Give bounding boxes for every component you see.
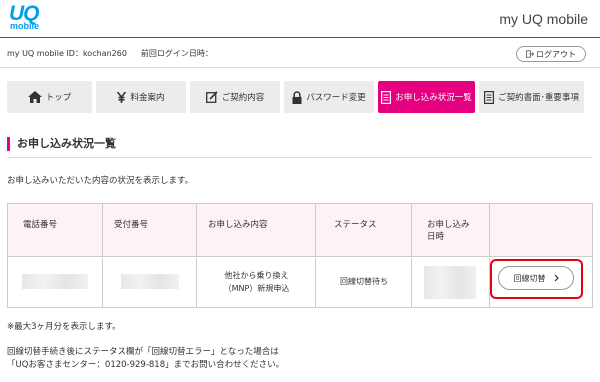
note-max-period: ※最大3ヶ月分を表示します。	[7, 322, 121, 332]
status-value: 回線切替待ち	[340, 277, 388, 286]
header-application-content: お申し込み内容	[208, 220, 268, 230]
page-title: お申し込み状況一覧	[7, 137, 116, 151]
chevron-right-icon	[554, 274, 559, 282]
content-line1: 他社から乗り換え	[224, 271, 289, 280]
uq-mobile-logo[interactable]: UQ mobile	[9, 2, 49, 34]
tab-label: 料金案内	[130, 93, 165, 103]
tab-label: パスワード変更	[306, 93, 366, 103]
tab-label: ご契約内容	[221, 93, 265, 103]
table-header: 電話番号 受付番号 お申し込み内容 ステータス お申し込み 日時	[8, 204, 592, 257]
site-header: UQ mobile my UQ mobile	[0, 0, 600, 38]
tab-contract[interactable]: ご契約内容	[190, 81, 280, 113]
user-id: my UQ mobile ID：kochan260	[7, 49, 127, 58]
logout-icon	[526, 50, 534, 58]
note-error-line1: 回線切替手続き後にステータス欄が「回線切替エラー」となった場合は	[7, 347, 279, 357]
section-divider	[7, 157, 593, 158]
header-status: ステータス	[334, 220, 377, 230]
tab-label: トップ	[45, 93, 72, 103]
tab-top[interactable]: トップ	[7, 81, 92, 113]
tab-pricing[interactable]: 料金案内	[96, 81, 186, 113]
home-icon	[27, 91, 42, 103]
tab-label: ご契約書面･重要事項	[498, 93, 579, 103]
line-switch-button[interactable]: 回線切替	[498, 266, 574, 290]
edit-icon	[205, 91, 218, 103]
page-description: お申し込みいただいた内容の状況を表示します。	[7, 176, 194, 186]
content-line2: （MNP）新規申込	[223, 284, 290, 293]
tab-password[interactable]: パスワード変更	[284, 81, 374, 113]
tab-applications[interactable]: お申し込み状況一覧	[378, 81, 475, 113]
header-application-date-line2: 日時	[427, 232, 445, 242]
logout-label: ログアウト	[536, 49, 576, 59]
logo-subtext: mobile	[10, 21, 40, 31]
header-phone-number: 電話番号	[23, 220, 58, 230]
tab-label: お申し込み状況一覧	[395, 93, 472, 103]
document-icon	[484, 90, 495, 104]
header-application-date-line1: お申し込み	[427, 220, 470, 230]
redacted-phone-number	[22, 274, 88, 289]
last-login: 前回ログイン日時：	[140, 49, 213, 58]
document-icon	[381, 90, 392, 104]
note-error-line2: 「UQお客さまセンター：0120-929-818」までお問い合わせください。	[7, 360, 285, 370]
logout-button[interactable]: ログアウト	[516, 46, 586, 62]
lock-icon	[292, 90, 302, 104]
tab-documents[interactable]: ご契約書面･重要事項	[479, 81, 584, 113]
header-receipt-number: 受付番号	[114, 220, 149, 230]
redacted-receipt-number	[121, 274, 179, 289]
site-title: my UQ mobile	[499, 11, 588, 27]
line-switch-label: 回線切替	[513, 273, 546, 283]
account-bar: my UQ mobile ID：kochan260 前回ログイン日時： ログアウト	[0, 39, 600, 68]
redacted-application-date	[424, 266, 476, 299]
yen-icon	[117, 91, 127, 103]
main-nav: トップ 料金案内 ご契約内容 パスワード変更 お申し込み状況一覧 ご契約書面･重…	[7, 81, 584, 113]
user-info: my UQ mobile ID：kochan260 前回ログイン日時：	[7, 48, 213, 59]
